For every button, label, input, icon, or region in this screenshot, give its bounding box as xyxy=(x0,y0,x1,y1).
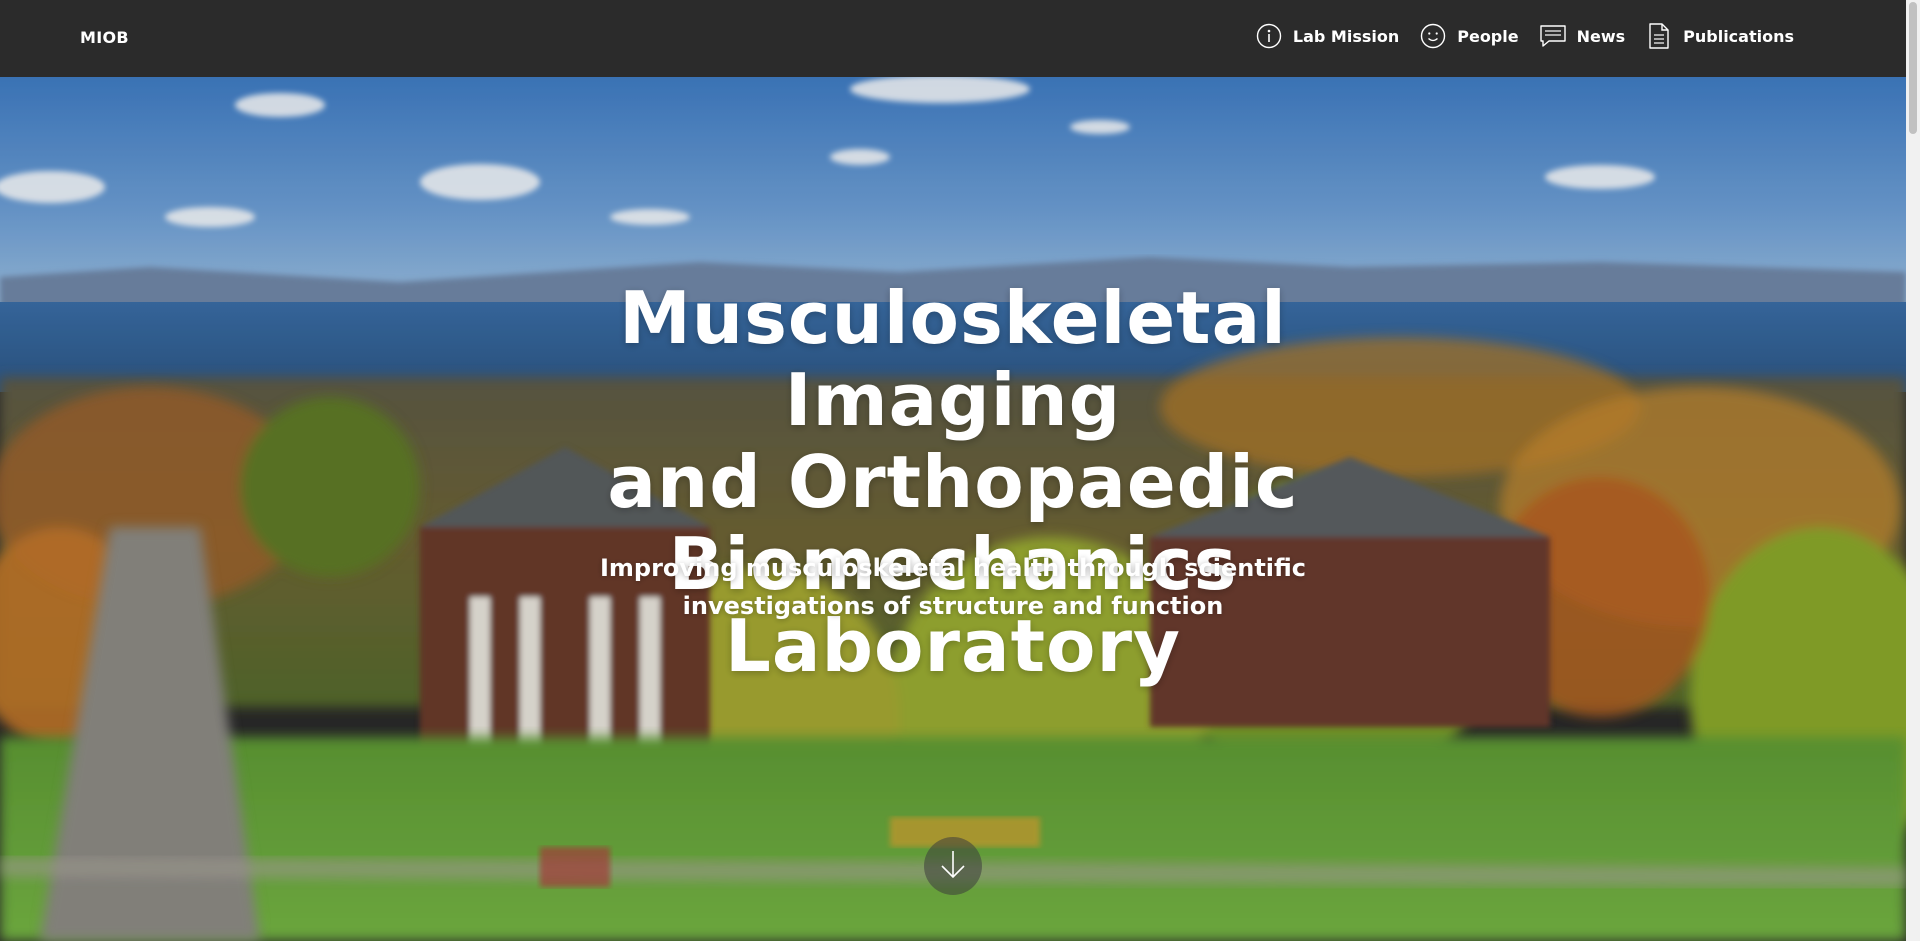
speech-bubble-icon xyxy=(1539,22,1567,50)
nav-link-label: Lab Mission xyxy=(1292,26,1400,46)
info-icon xyxy=(1255,22,1283,50)
page: MIOB Lab Mission People News Publication… xyxy=(0,0,1920,941)
nav-link-lab-mission[interactable]: Lab Mission xyxy=(1255,22,1399,50)
brand-logo-link[interactable]: MIOB xyxy=(80,28,129,47)
nav-links: Lab Mission People News Publications xyxy=(1255,22,1794,50)
document-icon xyxy=(1645,22,1673,50)
page-scrollbar[interactable] xyxy=(1906,0,1920,941)
hero-title: Musculoskeletal Imaging and Orthopaedic … xyxy=(453,277,1453,687)
hero-section: Musculoskeletal Imaging and Orthopaedic … xyxy=(0,77,1906,941)
nav-link-label: People xyxy=(1457,26,1519,46)
nav-link-people[interactable]: People xyxy=(1419,22,1519,50)
smiley-icon xyxy=(1419,22,1447,50)
top-navbar: MIOB Lab Mission People News Publication… xyxy=(0,0,1906,77)
hero-title-line: and Orthopaedic xyxy=(607,440,1299,524)
hero-subtitle: Improving musculoskeletal health through… xyxy=(599,554,1307,620)
hero-title-line: Musculoskeletal Imaging xyxy=(619,276,1287,442)
nav-link-label: Publications xyxy=(1683,26,1794,46)
scrollbar-thumb[interactable] xyxy=(1909,2,1917,134)
nav-link-news[interactable]: News xyxy=(1539,22,1626,50)
nav-link-label: News xyxy=(1576,26,1626,46)
scroll-down-button[interactable] xyxy=(924,837,982,895)
nav-link-publications[interactable]: Publications xyxy=(1645,22,1794,50)
arrow-down-icon xyxy=(936,847,970,885)
